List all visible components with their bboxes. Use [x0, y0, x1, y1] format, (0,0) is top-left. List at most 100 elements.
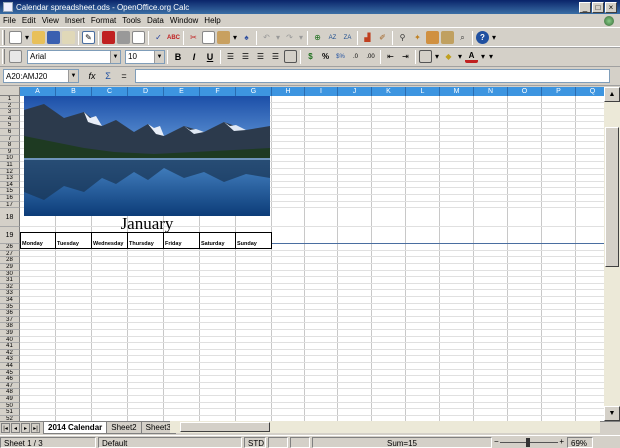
row-header[interactable]: 19 [0, 227, 20, 245]
previous-sheet-button[interactable]: ◂ [11, 423, 20, 433]
increase-indent-icon[interactable]: ⇥ [399, 50, 412, 63]
column-header[interactable]: I [305, 87, 338, 96]
hyperlink-icon[interactable]: ⊕ [311, 31, 324, 44]
weekday-cell[interactable]: Sunday [236, 232, 272, 249]
paste-icon[interactable] [217, 31, 230, 44]
scroll-up-button[interactable]: ▲ [604, 87, 620, 102]
row-header[interactable]: 18 [0, 208, 20, 228]
row-header[interactable]: 35 [0, 303, 20, 311]
sheet-tab-sheet2[interactable]: Sheet2 [106, 422, 142, 434]
find-replace-icon[interactable]: ⚲ [396, 31, 409, 44]
italic-button[interactable]: I [187, 50, 201, 64]
row-header[interactable]: 46 [0, 376, 20, 383]
zoom-slider[interactable]: − + [494, 437, 564, 448]
zoom-level[interactable]: 69% [567, 436, 593, 448]
font-size-combo[interactable]: 10 ▼ [125, 49, 165, 64]
export-pdf-icon[interactable] [102, 31, 115, 44]
font-color-icon[interactable]: A [465, 50, 478, 63]
borders-icon[interactable] [419, 50, 432, 63]
update-icon[interactable] [604, 15, 614, 26]
row-header[interactable]: 28 [0, 257, 20, 264]
edit-file-icon[interactable]: ✎ [82, 31, 95, 44]
row-header[interactable]: 3 [0, 109, 20, 116]
row-header[interactable]: 51 [0, 409, 20, 416]
bold-button[interactable]: B [171, 50, 185, 64]
row-header[interactable]: 40 [0, 336, 20, 344]
row-header[interactable]: 43 [0, 356, 20, 363]
dropdown-arrow-icon[interactable]: ▾ [298, 31, 304, 44]
row-header[interactable]: 6 [0, 129, 20, 136]
column-header[interactable]: B [56, 87, 92, 96]
landscape-image[interactable] [24, 96, 270, 216]
underline-button[interactable]: U [203, 50, 217, 64]
dropdown-arrow-icon[interactable]: ▾ [24, 31, 30, 44]
row-header[interactable]: 12 [0, 168, 20, 176]
clone-formatting-icon[interactable]: ♠ [240, 31, 253, 44]
row-header[interactable]: 1 [0, 96, 20, 103]
column-header[interactable]: D [128, 87, 164, 96]
help-icon[interactable]: ? [476, 31, 489, 44]
row-header[interactable]: 5 [0, 122, 20, 129]
currency-format-icon[interactable]: $ [304, 50, 317, 63]
save-icon[interactable] [47, 31, 60, 44]
percent-format-icon[interactable]: % [319, 50, 332, 63]
toolbar-grip[interactable] [2, 30, 5, 45]
row-header[interactable]: 45 [0, 369, 20, 377]
close-button[interactable]: × [605, 1, 617, 13]
column-header[interactable]: M [440, 87, 474, 96]
sum-display[interactable]: Sum=15 [312, 436, 492, 448]
column-header[interactable]: Q [576, 87, 604, 96]
toolbar-grip[interactable] [2, 49, 5, 64]
row-header[interactable]: 38 [0, 323, 20, 330]
dropdown-arrow-icon[interactable]: ▾ [232, 31, 238, 44]
scroll-down-button[interactable]: ▼ [604, 406, 620, 421]
row-header[interactable]: 36 [0, 310, 20, 317]
copy-icon[interactable] [202, 31, 215, 44]
spellcheck-icon[interactable]: ✓ [152, 31, 165, 44]
menu-tools[interactable]: Tools [119, 16, 144, 25]
column-header[interactable]: G [236, 87, 272, 96]
column-header[interactable]: E [164, 87, 200, 96]
show-draw-functions-icon[interactable]: ✐ [376, 31, 389, 44]
row-header[interactable]: 49 [0, 396, 20, 403]
menu-insert[interactable]: Insert [62, 16, 88, 25]
justify-icon[interactable]: ☰ [269, 50, 282, 63]
last-sheet-button[interactable]: ▸| [31, 423, 40, 433]
menu-format[interactable]: Format [88, 16, 119, 25]
row-header[interactable]: 10 [0, 155, 20, 162]
gallery-icon[interactable] [426, 31, 439, 44]
next-sheet-button[interactable]: ▸ [21, 423, 30, 433]
standard-format-icon[interactable]: $% [334, 50, 347, 63]
menu-file[interactable]: File [0, 16, 19, 25]
row-header[interactable]: 4 [0, 115, 20, 123]
align-center-icon[interactable]: ☰ [239, 50, 252, 63]
column-header[interactable]: A [20, 87, 56, 96]
row-header[interactable]: 26 [0, 244, 20, 251]
page-style[interactable]: Default [98, 436, 242, 448]
row-header[interactable]: 15 [0, 188, 20, 195]
sum-button[interactable]: Σ [101, 69, 115, 83]
styles-formatting-icon[interactable] [9, 50, 22, 63]
column-header[interactable]: O [508, 87, 542, 96]
zoom-icon[interactable]: ⌕ [456, 31, 469, 44]
weekday-cell[interactable]: Monday [20, 232, 56, 249]
horizontal-scroll-thumb[interactable] [180, 422, 270, 432]
row-header[interactable]: 17 [0, 201, 20, 209]
merge-cells-icon[interactable] [284, 50, 297, 63]
vertical-scrollbar[interactable]: ▲ ▼ [604, 87, 620, 421]
weekday-cell[interactable]: Tuesday [56, 232, 92, 249]
align-right-icon[interactable]: ☰ [254, 50, 267, 63]
formula-input[interactable] [135, 69, 610, 83]
dropdown-arrow-icon[interactable]: ▾ [434, 50, 440, 63]
row-header[interactable]: 9 [0, 148, 20, 156]
row-header[interactable]: 44 [0, 363, 20, 370]
row-header[interactable]: 32 [0, 283, 20, 291]
undo-icon[interactable]: ↶ [260, 31, 273, 44]
chevron-down-icon[interactable]: ▼ [68, 70, 78, 82]
column-header[interactable]: C [92, 87, 128, 96]
redo-icon[interactable]: ↷ [283, 31, 296, 44]
column-header[interactable]: K [372, 87, 406, 96]
weekday-cell[interactable]: Saturday [200, 232, 236, 249]
row-header[interactable]: 47 [0, 382, 20, 390]
menu-help[interactable]: Help [201, 16, 223, 25]
